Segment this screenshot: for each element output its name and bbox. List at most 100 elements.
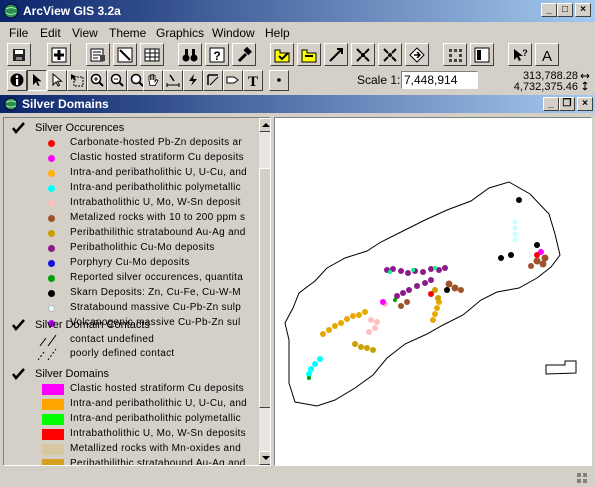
zoom-in-tool[interactable] <box>87 70 107 91</box>
edit-legend-button[interactable] <box>113 43 137 66</box>
svg-text:A: A <box>542 48 552 63</box>
hammer-button[interactable] <box>232 43 256 66</box>
app-title-bar[interactable]: ArcView GIS 3.2a _ □ × <box>0 0 595 22</box>
zoom-in-icon <box>90 73 104 87</box>
arcview-globe-icon <box>3 3 19 19</box>
label-tool[interactable] <box>223 70 243 91</box>
draw-point-tool[interactable] <box>269 70 289 91</box>
arrow-pointer-icon <box>33 74 42 86</box>
area-of-interest-tool[interactable] <box>203 70 223 91</box>
query-builder-button[interactable]: ? <box>205 43 229 66</box>
view-title-bar[interactable]: Silver Domains _ ❐ × <box>0 95 595 113</box>
select-all-button[interactable] <box>270 43 294 66</box>
select-none-button[interactable] <box>297 43 321 66</box>
scroll-down-button[interactable] <box>259 451 270 465</box>
query-icon: ? <box>209 47 225 63</box>
layout-button[interactable] <box>470 43 494 66</box>
point-symbol <box>48 275 55 282</box>
zoom-active-themes-button[interactable] <box>378 43 402 66</box>
legend-label: Peribatholithic Cu-Mo deposits <box>70 242 215 253</box>
select-feature-icon <box>71 74 84 87</box>
view-restore-button[interactable]: ❐ <box>559 97 575 111</box>
minimize-button[interactable]: _ <box>541 3 557 17</box>
text-t-icon: T <box>248 74 258 87</box>
select-feature-tool[interactable] <box>67 70 87 91</box>
theme-name: Silver Occurences <box>35 122 125 134</box>
fill-swatch <box>42 444 64 455</box>
scale-label: Scale 1: <box>357 73 401 87</box>
hand-icon <box>148 74 159 86</box>
point-symbol <box>48 155 55 162</box>
open-table-button[interactable] <box>140 43 164 66</box>
info-icon <box>10 73 24 87</box>
measure-icon <box>166 74 180 87</box>
toc-scrollbar[interactable] <box>259 118 270 465</box>
hotlink-tool[interactable] <box>183 70 203 91</box>
theme-properties-button[interactable] <box>86 43 110 66</box>
point-symbol <box>48 200 55 207</box>
svg-text:?: ? <box>213 49 220 63</box>
menu-window[interactable]: Window <box>212 26 255 40</box>
clear-selected-button[interactable] <box>324 43 348 66</box>
domain-outline <box>284 181 561 407</box>
legend-label: Intra-and peribatholithic polymetallic <box>70 413 241 424</box>
fill-swatch <box>42 459 64 465</box>
checkmark-icon[interactable] <box>12 368 25 381</box>
legend-label: Intra-and peribatholithic U, U-Cu, and <box>70 398 248 409</box>
table-of-contents[interactable]: Silver Occurences Carbonate-hosted Pb-Zn… <box>3 117 271 466</box>
measure-tool[interactable] <box>163 70 183 91</box>
legend-label: poorly defined contact <box>70 348 175 359</box>
text-tool-button[interactable]: A <box>535 43 559 66</box>
menu-file[interactable]: File <box>9 26 28 40</box>
app-title: ArcView GIS 3.2a <box>23 4 121 18</box>
find-button[interactable] <box>178 43 202 66</box>
identify-tool[interactable] <box>7 70 27 91</box>
lightning-icon <box>189 74 197 86</box>
pointer-tool[interactable] <box>27 70 47 91</box>
properties-icon <box>90 48 105 62</box>
checkmark-icon[interactable] <box>12 319 25 332</box>
zoom-out-icon <box>110 73 124 87</box>
text-tool[interactable]: T <box>243 70 263 91</box>
map-display[interactable] <box>274 117 592 466</box>
coordinate-arrows-icon <box>580 73 590 91</box>
view-minimize-button[interactable]: _ <box>543 97 559 111</box>
up-arrow-icon <box>262 123 270 127</box>
line-symbol-icon <box>39 334 57 347</box>
help-pointer-button[interactable]: ? <box>508 43 532 66</box>
fill-swatch <box>42 429 64 440</box>
resize-grip-icon[interactable] <box>575 471 589 485</box>
legend-label: Carbonate-hosted Pb-Zn deposits ar <box>70 137 242 148</box>
point-symbol <box>48 185 55 192</box>
zoom-selected-icon <box>409 47 425 63</box>
legend-label: Peribathilithic stratabound Au-Ag and <box>70 458 246 466</box>
menu-view[interactable]: View <box>72 26 98 40</box>
legend-label: Intrabatholithic U, Mo, W-Sn deposit <box>70 197 241 208</box>
add-theme-button[interactable] <box>47 43 71 66</box>
point-symbol <box>48 260 55 267</box>
legend-label: Skarn Deposits: Zn, Cu-Fe, Cu-W-M <box>70 287 241 298</box>
tool-bar: T <box>0 70 300 94</box>
close-button[interactable]: × <box>575 3 591 17</box>
hotlink-button[interactable] <box>443 43 467 66</box>
legend-label: Metalized rocks with 10 to 200 ppm s <box>70 212 246 223</box>
menu-help[interactable]: Help <box>265 26 290 40</box>
scroll-thumb[interactable] <box>259 168 270 408</box>
down-arrow-icon <box>262 456 270 460</box>
status-bar <box>0 468 595 487</box>
view-close-button[interactable]: × <box>577 97 593 111</box>
scale-input[interactable]: 7,448,914 <box>401 71 478 89</box>
maximize-button[interactable]: □ <box>557 3 573 17</box>
zoom-selected-button[interactable] <box>405 43 429 66</box>
scroll-up-button[interactable] <box>259 118 270 132</box>
menu-graphics[interactable]: Graphics <box>156 26 204 40</box>
vertex-edit-tool[interactable] <box>47 70 67 91</box>
save-button[interactable] <box>7 43 31 66</box>
pan-tool[interactable] <box>143 70 163 91</box>
menu-edit[interactable]: Edit <box>40 26 61 40</box>
deselect-icon <box>301 49 317 63</box>
checkmark-icon[interactable] <box>12 122 25 135</box>
zoom-out-tool[interactable] <box>107 70 127 91</box>
menu-theme[interactable]: Theme <box>109 26 146 40</box>
zoom-full-extent-button[interactable] <box>351 43 375 66</box>
